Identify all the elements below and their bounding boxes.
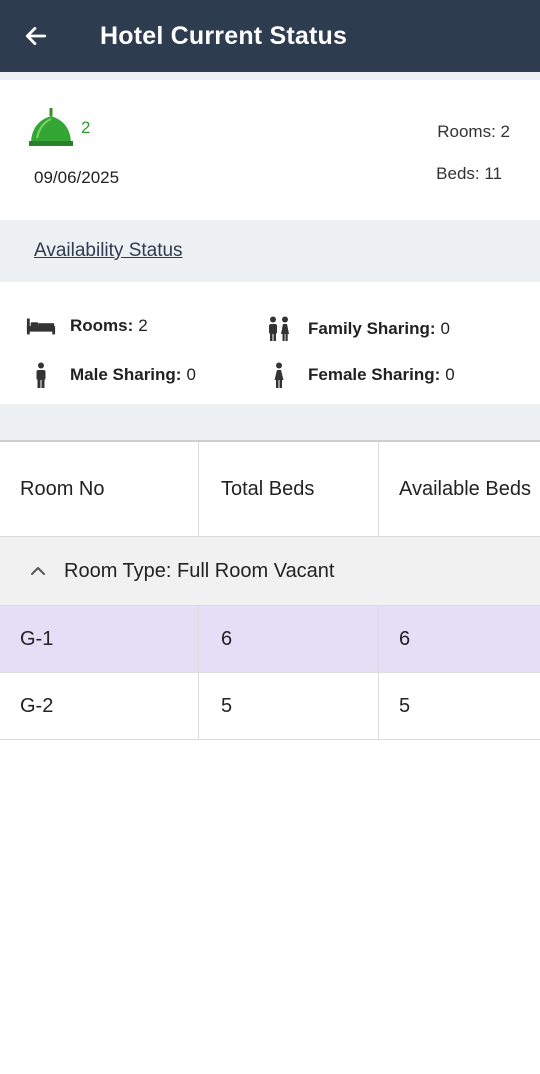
availability-card: Rooms: 2 Family Sharing: 0 Male Sharing:… [0, 282, 540, 404]
stat-female: Female Sharing: 0 [264, 362, 455, 388]
stat-female-label: Female Sharing: [308, 365, 441, 384]
stat-male-value: 0 [186, 365, 196, 384]
stat-rooms: Rooms: 2 [26, 316, 148, 336]
female-icon [264, 362, 294, 388]
cell-total-beds: 5 [199, 673, 379, 739]
page-title: Hotel Current Status [100, 21, 348, 50]
stat-family-label: Family Sharing: [308, 319, 436, 338]
cell-total-beds: 6 [199, 606, 379, 672]
availability-title[interactable]: Availability Status [34, 240, 183, 262]
rooms-total: Rooms: 2 [437, 122, 510, 141]
stat-family-value: 0 [440, 319, 450, 338]
table-row[interactable]: G-2 5 5 [0, 673, 540, 740]
stat-female-value: 0 [445, 365, 455, 384]
summary-card: 2 09/06/2025 Rooms: 2 Beds: 11 [0, 80, 540, 220]
rooms-table: Room No Total Beds Available Beds Room T… [0, 440, 540, 740]
arrow-left-icon [25, 27, 47, 45]
group-label: Room Type: Full Room Vacant [64, 559, 335, 582]
divider [0, 72, 540, 80]
stat-male: Male Sharing: 0 [26, 362, 196, 388]
table-header-row: Room No Total Beds Available Beds [0, 442, 540, 537]
stat-family: Family Sharing: 0 [264, 316, 450, 342]
app-bar: Hotel Current Status [0, 0, 540, 72]
dome-icon [29, 108, 73, 146]
column-header-total-beds[interactable]: Total Beds [199, 442, 379, 536]
column-header-available-beds[interactable]: Available Beds [379, 442, 540, 536]
availability-header: Availability Status [0, 220, 540, 282]
cell-available-beds: 5 [399, 694, 411, 717]
column-header-room-no[interactable]: Room No [0, 442, 199, 536]
beds-total: Beds: 11 [436, 164, 502, 183]
cell-available-beds: 6 [399, 627, 411, 650]
table-row[interactable]: G-1 6 6 [0, 606, 540, 673]
group-row-room-type[interactable]: Room Type: Full Room Vacant [0, 537, 540, 606]
cell-room-no: G-2 [0, 673, 199, 739]
family-icon [264, 316, 294, 342]
divider [0, 404, 540, 440]
date-text: 09/06/2025 [34, 168, 120, 187]
stat-rooms-value: 2 [138, 316, 148, 335]
cell-room-no: G-1 [0, 606, 199, 672]
pilgrim-count: 2 [81, 118, 91, 137]
male-icon [26, 362, 56, 388]
chevron-up-icon[interactable] [30, 566, 46, 576]
stat-rooms-label: Rooms: [70, 316, 134, 335]
bed-icon [26, 316, 56, 336]
stat-male-label: Male Sharing: [70, 365, 182, 384]
back-button[interactable] [0, 0, 72, 72]
